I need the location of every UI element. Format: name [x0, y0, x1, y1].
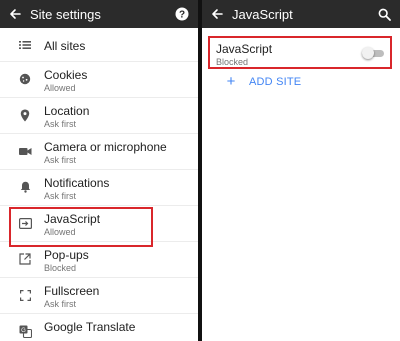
site-settings-appbar: Site settings ? — [0, 0, 198, 28]
sidebar-item-notifications[interactable]: Notifications Ask first — [0, 170, 198, 206]
sidebar-item-google-translate[interactable]: G Google Translate — [0, 314, 198, 341]
help-icon[interactable]: ? — [174, 6, 190, 22]
item-label: Camera or microphone — [44, 140, 167, 154]
bell-icon — [18, 180, 32, 194]
svg-text:?: ? — [179, 10, 185, 21]
camera-icon — [18, 144, 32, 158]
item-status: Allowed — [44, 83, 76, 93]
svg-text:G: G — [21, 328, 26, 334]
javascript-highlight-box — [9, 207, 153, 247]
item-label: Location — [44, 104, 90, 118]
item-status: Ask first — [44, 191, 77, 201]
sidebar-item-pop-ups[interactable]: Pop-ups Blocked — [0, 242, 198, 278]
fullscreen-icon — [18, 288, 32, 302]
item-label: Pop-ups — [44, 248, 89, 262]
translate-icon: G — [18, 324, 32, 338]
page-title: Site settings — [30, 6, 101, 22]
javascript-appbar: JavaScript — [202, 0, 400, 28]
back-arrow-icon[interactable] — [202, 0, 232, 28]
page-title: JavaScript — [232, 6, 293, 22]
sidebar-item-cookies[interactable]: Cookies Allowed — [0, 62, 198, 98]
site-settings-panel: Site settings ? All sites Cookies Allowe… — [0, 0, 198, 341]
javascript-settings-panel: JavaScript JavaScript Blocked + ADD SITE — [202, 0, 400, 341]
javascript-setting-highlight-box — [208, 36, 392, 69]
item-label: Fullscreen — [44, 284, 100, 298]
item-label: All sites — [44, 39, 86, 53]
item-status: Ask first — [44, 299, 77, 309]
plus-icon: + — [226, 73, 236, 90]
item-status: Blocked — [44, 263, 77, 273]
search-icon[interactable] — [376, 6, 392, 22]
item-label: Cookies — [44, 68, 88, 82]
settings-list: All sites Cookies Allowed Location Ask f… — [0, 28, 198, 341]
sidebar-item-camera-microphone[interactable]: Camera or microphone Ask first — [0, 134, 198, 170]
sidebar-item-location[interactable]: Location Ask first — [0, 98, 198, 134]
back-arrow-icon[interactable] — [0, 0, 30, 28]
location-pin-icon — [18, 108, 32, 122]
cookie-icon — [18, 72, 32, 86]
item-label: Google Translate — [44, 320, 136, 334]
add-site-button[interactable]: + ADD SITE — [224, 73, 302, 90]
popup-icon — [18, 252, 32, 266]
sidebar-item-all-sites[interactable]: All sites — [0, 28, 198, 62]
sidebar-item-fullscreen[interactable]: Fullscreen Ask first — [0, 278, 198, 314]
item-label: Notifications — [44, 176, 110, 190]
item-status: Ask first — [44, 119, 77, 129]
item-status: Ask first — [44, 155, 77, 165]
list-icon — [18, 38, 32, 52]
add-site-label: ADD SITE — [249, 76, 302, 88]
